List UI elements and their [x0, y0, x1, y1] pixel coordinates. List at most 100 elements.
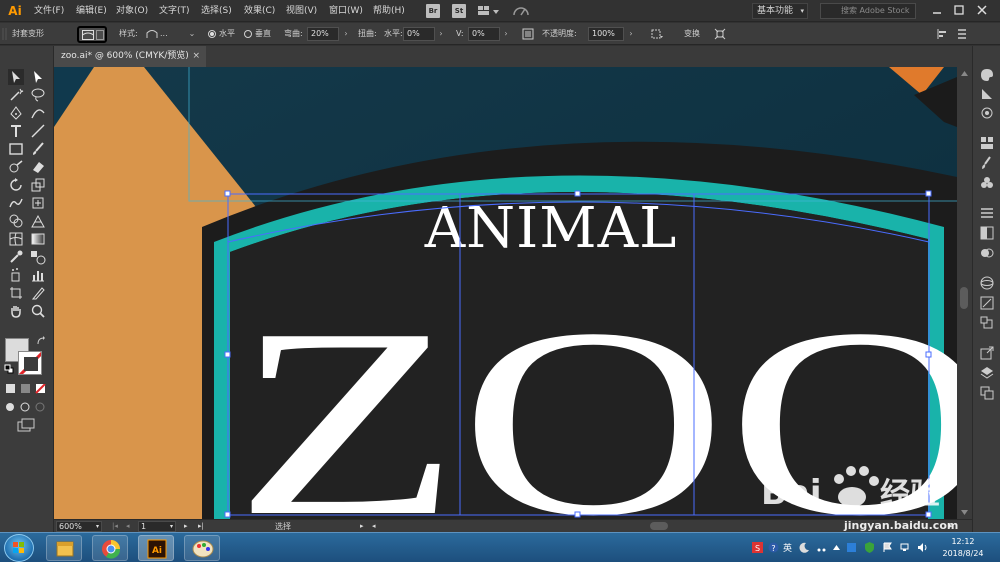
tray-expand-icon[interactable]: [831, 542, 842, 553]
transform-label[interactable]: 变换: [684, 28, 700, 40]
shape-builder-tool-icon[interactable]: [8, 213, 24, 229]
artboard-canvas[interactable]: ANIMAL ZOO Bai 经验: [54, 67, 957, 519]
artboards-panel-icon[interactable]: [980, 386, 994, 400]
menu-window[interactable]: 窗口(W): [329, 4, 363, 18]
paintbrush-tool-icon[interactable]: [30, 141, 46, 157]
slice-tool-icon[interactable]: [30, 285, 46, 301]
scroll-up-icon[interactable]: [960, 70, 969, 77]
menu-select[interactable]: 选择(S): [201, 4, 232, 18]
transparency-panel-icon[interactable]: [980, 246, 994, 260]
horizontal-dist-chevron-icon[interactable]: ›: [437, 28, 445, 40]
previous-artboard-icon[interactable]: ◂: [126, 521, 130, 532]
security-shield-icon[interactable]: [864, 542, 875, 553]
appearance-panel-icon[interactable]: [980, 276, 994, 290]
magic-wand-tool-icon[interactable]: [8, 87, 24, 103]
start-button[interactable]: [4, 534, 34, 562]
help-icon[interactable]: ?: [768, 542, 779, 553]
warp-tool-icon[interactable]: [8, 195, 24, 211]
brushes-icon[interactable]: [980, 156, 994, 170]
stroke-panel-icon[interactable]: [980, 206, 994, 220]
last-artboard-icon[interactable]: ▸|: [198, 521, 204, 532]
envelope-warp-button[interactable]: [77, 26, 107, 43]
taskbar-browser[interactable]: [92, 535, 128, 561]
shaper-tool-icon[interactable]: [8, 159, 24, 175]
next-artboard-icon[interactable]: ▸: [184, 521, 188, 532]
layers-panel-icon[interactable]: [980, 366, 994, 380]
menu-effect[interactable]: 效果(C): [244, 4, 275, 18]
line-tool-icon[interactable]: [30, 123, 46, 139]
zoom-level-field[interactable]: 600% ▾: [56, 521, 102, 532]
selection-tool-icon[interactable]: [8, 69, 24, 85]
rotate-tool-icon[interactable]: [8, 177, 24, 193]
perspective-grid-tool-icon[interactable]: [30, 213, 46, 229]
swatches-icon[interactable]: [980, 136, 994, 150]
pen-tool-icon[interactable]: [8, 105, 24, 121]
arrange-documents-icon[interactable]: [477, 4, 501, 18]
free-transform-tool-icon[interactable]: [30, 195, 46, 211]
vertical-dist-field[interactable]: 0%: [468, 27, 500, 41]
lasso-tool-icon[interactable]: [30, 87, 46, 103]
style-dropdown-chevron-icon[interactable]: ⌄: [188, 28, 196, 40]
opacity-chevron-icon[interactable]: ›: [627, 28, 635, 40]
eyedropper-tool-icon[interactable]: [8, 249, 24, 265]
stock-search-input[interactable]: 搜索 Adobe Stock: [820, 3, 916, 19]
color-mode-icons[interactable]: [6, 384, 48, 394]
vertical-scrollbar[interactable]: [957, 67, 972, 519]
mesh-tool-icon[interactable]: [8, 231, 24, 247]
zoom-tool-icon[interactable]: [30, 303, 46, 319]
stroke-color-swatch[interactable]: [18, 351, 42, 375]
eraser-tool-icon[interactable]: [30, 159, 46, 175]
panel-grip-icon[interactable]: [2, 27, 8, 41]
vertical-dist-chevron-icon[interactable]: ›: [502, 28, 510, 40]
color-panel-icon[interactable]: [980, 68, 994, 82]
envelope-options-icon[interactable]: [522, 28, 534, 40]
scroll-down-icon[interactable]: [960, 509, 969, 516]
scale-tool-icon[interactable]: [30, 177, 46, 193]
menu-file[interactable]: 文件(F): [34, 4, 64, 18]
headline-zoo[interactable]: ZOO: [234, 273, 957, 519]
color-guide-icon[interactable]: [980, 87, 994, 101]
input-method-icon[interactable]: S: [752, 542, 763, 553]
isolate-object-icon[interactable]: [714, 28, 726, 40]
volume-icon[interactable]: [917, 542, 928, 553]
document-tab[interactable]: zoo.ai* @ 600% (CMYK/预览) ×: [54, 46, 206, 67]
first-artboard-icon[interactable]: |◂: [112, 521, 118, 532]
status-menu-icon[interactable]: ▸: [360, 521, 364, 532]
flag-icon[interactable]: [882, 542, 893, 553]
screen-mode-icon[interactable]: [17, 418, 35, 432]
moon-icon[interactable]: [799, 542, 810, 553]
language-indicator[interactable]: 英: [783, 541, 792, 554]
direct-selection-tool-icon[interactable]: [30, 69, 46, 85]
symbols-icon[interactable]: [980, 176, 994, 190]
artboard-tool-icon[interactable]: [8, 285, 24, 301]
maximize-icon[interactable]: [953, 4, 965, 16]
taskbar-illustrator[interactable]: Ai: [138, 535, 174, 561]
graphic-styles-icon[interactable]: [980, 296, 994, 310]
horizontal-radio[interactable]: [208, 30, 216, 38]
align-selection-icon[interactable]: [651, 28, 663, 40]
style-value[interactable]: ...: [160, 28, 168, 40]
clock-date[interactable]: 2018/8/24: [938, 548, 988, 559]
bridge-button[interactable]: Br: [426, 4, 440, 18]
close-icon[interactable]: [976, 4, 988, 16]
gradient-tool-icon[interactable]: [30, 231, 46, 247]
stock-button[interactable]: St: [452, 4, 466, 18]
symbol-sprayer-tool-icon[interactable]: [8, 267, 24, 283]
punctuation-icon[interactable]: [816, 542, 827, 553]
column-graph-tool-icon[interactable]: [30, 267, 46, 283]
taskbar-explorer[interactable]: [46, 535, 82, 561]
transform-panel-icon[interactable]: [980, 316, 994, 330]
scroll-left-icon[interactable]: ◂: [372, 521, 376, 532]
tray-app-icon[interactable]: [846, 542, 857, 553]
close-tab-icon[interactable]: ×: [192, 46, 200, 67]
export-panel-icon[interactable]: [980, 346, 994, 360]
vertical-radio[interactable]: [244, 30, 252, 38]
libraries-icon[interactable]: [980, 106, 994, 120]
drawing-modes-icons[interactable]: [6, 402, 48, 412]
minimize-icon[interactable]: [931, 4, 943, 16]
vertical-scroll-thumb[interactable]: [960, 287, 968, 309]
blend-tool-icon[interactable]: [30, 249, 46, 265]
swap-colors-icon[interactable]: [36, 336, 46, 346]
bend-chevron-icon[interactable]: ›: [342, 28, 350, 40]
menu-type[interactable]: 文字(T): [159, 4, 190, 18]
